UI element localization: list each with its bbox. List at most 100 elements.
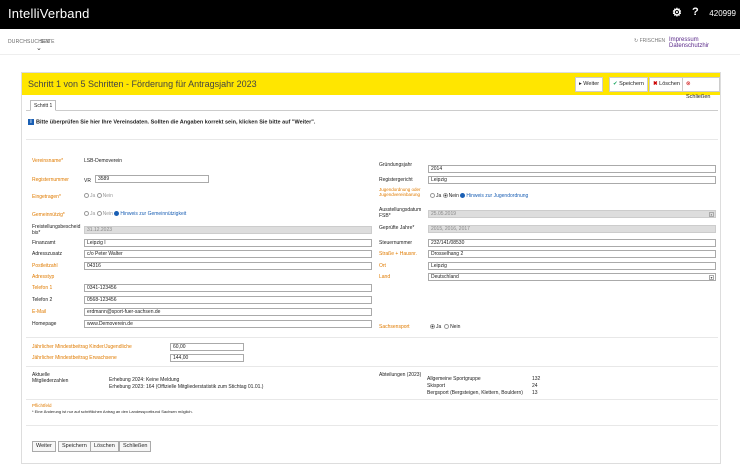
gemeinnuetzig-hint-link[interactable]: Hinweis zur Gemeinnützigkeit	[114, 211, 186, 217]
steuernummer-input[interactable]: 232/141/08530	[428, 239, 716, 247]
label-gepruefte-jahre: Geprüfte Jahre*	[379, 225, 415, 231]
close-circle-icon: ⊗	[686, 81, 691, 87]
label-strasse: Straße + Hausnr.	[379, 251, 417, 257]
tab-bar: Schritt 1	[26, 99, 718, 111]
gemeinnuetzig-nein-label: Nein	[102, 211, 113, 217]
value-vereinsname: LSB-Demoverein	[84, 158, 123, 164]
label-telefon1: Telefon 1	[32, 285, 53, 291]
footer-links[interactable]: Impressum Datenschutzhir	[669, 37, 740, 49]
label-adresszusatz: Adresszusatz	[32, 251, 63, 257]
loeschen-label: Löschen	[659, 81, 680, 87]
mitgliederzahlen-line2: Erhebung 2023: 164 (Offizielle Mitgliede…	[109, 384, 264, 390]
user-number[interactable]: 420999	[709, 9, 736, 18]
divider	[26, 399, 718, 400]
sachsensport-ja-radio[interactable]	[430, 324, 435, 330]
divider	[26, 337, 718, 338]
speichern-label: Speichern	[619, 81, 644, 87]
adresszusatz-input[interactable]: c/o Peter Walter	[84, 250, 372, 258]
ausstellungsdatum-value: 25.05.2019	[431, 211, 457, 217]
sachsensport-ja-label: Ja	[436, 324, 442, 330]
jugendordnung-hint-text: Hinweis zur Jugendordnung	[466, 193, 529, 199]
label-sachsensport: Sachsensport	[379, 324, 410, 330]
label-registergericht: Registergericht	[379, 177, 413, 183]
tab-schritt-1[interactable]: Schritt 1	[30, 100, 57, 111]
label-ort: Ort	[379, 263, 386, 269]
app-title: IntelliVerband	[8, 6, 90, 21]
top-bar: IntelliVerband ⚙ ? 420999	[0, 0, 740, 29]
gear-icon[interactable]: ⚙	[672, 6, 682, 19]
gemeinnuetzig-radios: Ja Nein Hinweis zur Gemeinnützigkeit	[84, 211, 186, 217]
jugendordnung-nein-label: Nein	[448, 193, 459, 199]
refresh-icon: ↻	[634, 38, 639, 44]
finanzamt-input[interactable]: Leipzig I	[84, 239, 372, 247]
schliessen-button-top[interactable]: ⊗ Schließen	[682, 77, 720, 100]
sub-navigation: DURCHSUCHEN SEITE ⌄ ↻ FRISCHEN Impressum…	[0, 29, 740, 55]
telefon1-input[interactable]: 0341-123456	[84, 284, 372, 292]
info-circle-icon	[460, 193, 466, 199]
speichern-button[interactable]: Speichern	[58, 441, 91, 452]
arrow-right-icon: ▸	[579, 81, 582, 87]
jugendordnung-hint-link[interactable]: Hinweis zur Jugendordnung	[460, 193, 528, 199]
label-finanzamt: Finanzamt	[32, 240, 56, 246]
label-gruendungsjahr: Gründungsjahr	[379, 162, 413, 168]
land-select[interactable]: Deutschland ▾	[428, 273, 716, 281]
label-beitrag-erwachsene: Jährlicher Mindestbeitrag Erwachsene	[32, 355, 117, 361]
sachsensport-nein-radio[interactable]	[444, 324, 450, 330]
beitrag-erwachsene-input[interactable]: 144,00	[170, 354, 244, 362]
strasse-input[interactable]: Drosselhang 2	[428, 250, 716, 258]
email-input[interactable]: erdmann@sport-fuer-sachsen.de	[84, 308, 372, 316]
chevron-down-icon[interactable]: ⌄	[36, 44, 42, 52]
nav-seite[interactable]: SEITE	[40, 39, 54, 45]
weiter-label: Weiter	[583, 81, 600, 87]
pflicht-note: * Eine Änderung ist nur auf schriftliche…	[32, 409, 193, 414]
ausstellungsdatum-input[interactable]: 25.05.2019 ▪	[428, 210, 716, 218]
registernummer-input[interactable]: 3589	[95, 175, 209, 183]
label-eingetragen: Eingetragen*	[32, 194, 61, 200]
homepage-input[interactable]: www.Demoverein.de	[84, 320, 372, 328]
gemeinnuetzig-nein-radio[interactable]	[96, 211, 102, 217]
label-email: E-Mail	[32, 309, 47, 315]
divider	[26, 139, 718, 140]
chevron-down-icon[interactable]: ▾	[709, 275, 714, 280]
form-panel: Schritt 1 von 5 Schritten - Förderung fü…	[21, 72, 721, 464]
ort-input[interactable]: Leipzig	[428, 262, 716, 270]
panel-title: Schritt 1 von 5 Schritten - Förderung fü…	[28, 79, 257, 89]
help-icon[interactable]: ?	[692, 6, 699, 18]
postleitzahl-input[interactable]: 04316	[84, 262, 372, 270]
refresh-label: FRISCHEN	[639, 38, 666, 44]
eingetragen-ja-radio[interactable]	[84, 193, 89, 199]
abteilung-name: Allgemeine Sportgruppe	[427, 376, 481, 382]
jugendordnung-nein-radio[interactable]	[442, 193, 448, 199]
telefon2-input[interactable]: 0568-123456	[84, 296, 372, 304]
registergericht-input[interactable]: Leipzig	[428, 176, 716, 184]
label-homepage: Homepage	[32, 321, 57, 327]
label-mitgliederzahlen: Aktuelle Mitgliederzahlen	[32, 372, 69, 384]
weiter-button[interactable]: Weiter	[32, 441, 56, 452]
delete-icon: ✖	[653, 81, 658, 87]
gruendungsjahr-input[interactable]: 2014	[428, 165, 716, 173]
jugendordnung-ja-radio[interactable]	[430, 193, 435, 199]
label-steuernummer: Steuernummer	[379, 240, 413, 246]
calendar-icon[interactable]: ▪	[709, 212, 714, 217]
info-circle-icon	[114, 211, 120, 217]
info-message: i Bitte überprüfen Sie hier Ihre Vereinsd…	[28, 119, 315, 125]
abteilung-count: 13	[532, 390, 538, 396]
info-text: Bitte überprüfen Sie hier Ihre Vereinsda…	[36, 119, 316, 126]
gemeinnuetzig-ja-radio[interactable]	[84, 211, 89, 217]
label-vereinsname: Vereinsname*	[32, 158, 64, 164]
divider	[26, 425, 718, 426]
weiter-button-top[interactable]: ▸ Weiter	[575, 77, 604, 92]
sachsensport-radios: Ja Nein	[430, 324, 460, 330]
speichern-button-top[interactable]: ✔ Speichern	[609, 77, 648, 92]
abteilung-name: Bergsport (Bergsteigen, Klettern, Boulde…	[427, 390, 523, 396]
label-jugendordnung: Jugendordnung oder Jugendvereinbarung	[379, 187, 421, 197]
label-freistellung: Freistellungsbescheid bis*	[32, 224, 81, 236]
schliessen-button[interactable]: Schließen	[119, 441, 152, 452]
refresh-link[interactable]: ↻ FRISCHEN	[634, 38, 665, 44]
loeschen-button[interactable]: Löschen	[90, 441, 119, 452]
loeschen-button-top[interactable]: ✖ Löschen	[649, 77, 684, 92]
eingetragen-nein-radio[interactable]	[96, 193, 102, 199]
beitrag-kinder-input[interactable]: 60,00	[170, 343, 244, 351]
gepruefte-jahre-input[interactable]: 2015, 2016, 2017	[428, 225, 716, 233]
freistellung-input[interactable]: 31.12.2023	[84, 226, 372, 234]
